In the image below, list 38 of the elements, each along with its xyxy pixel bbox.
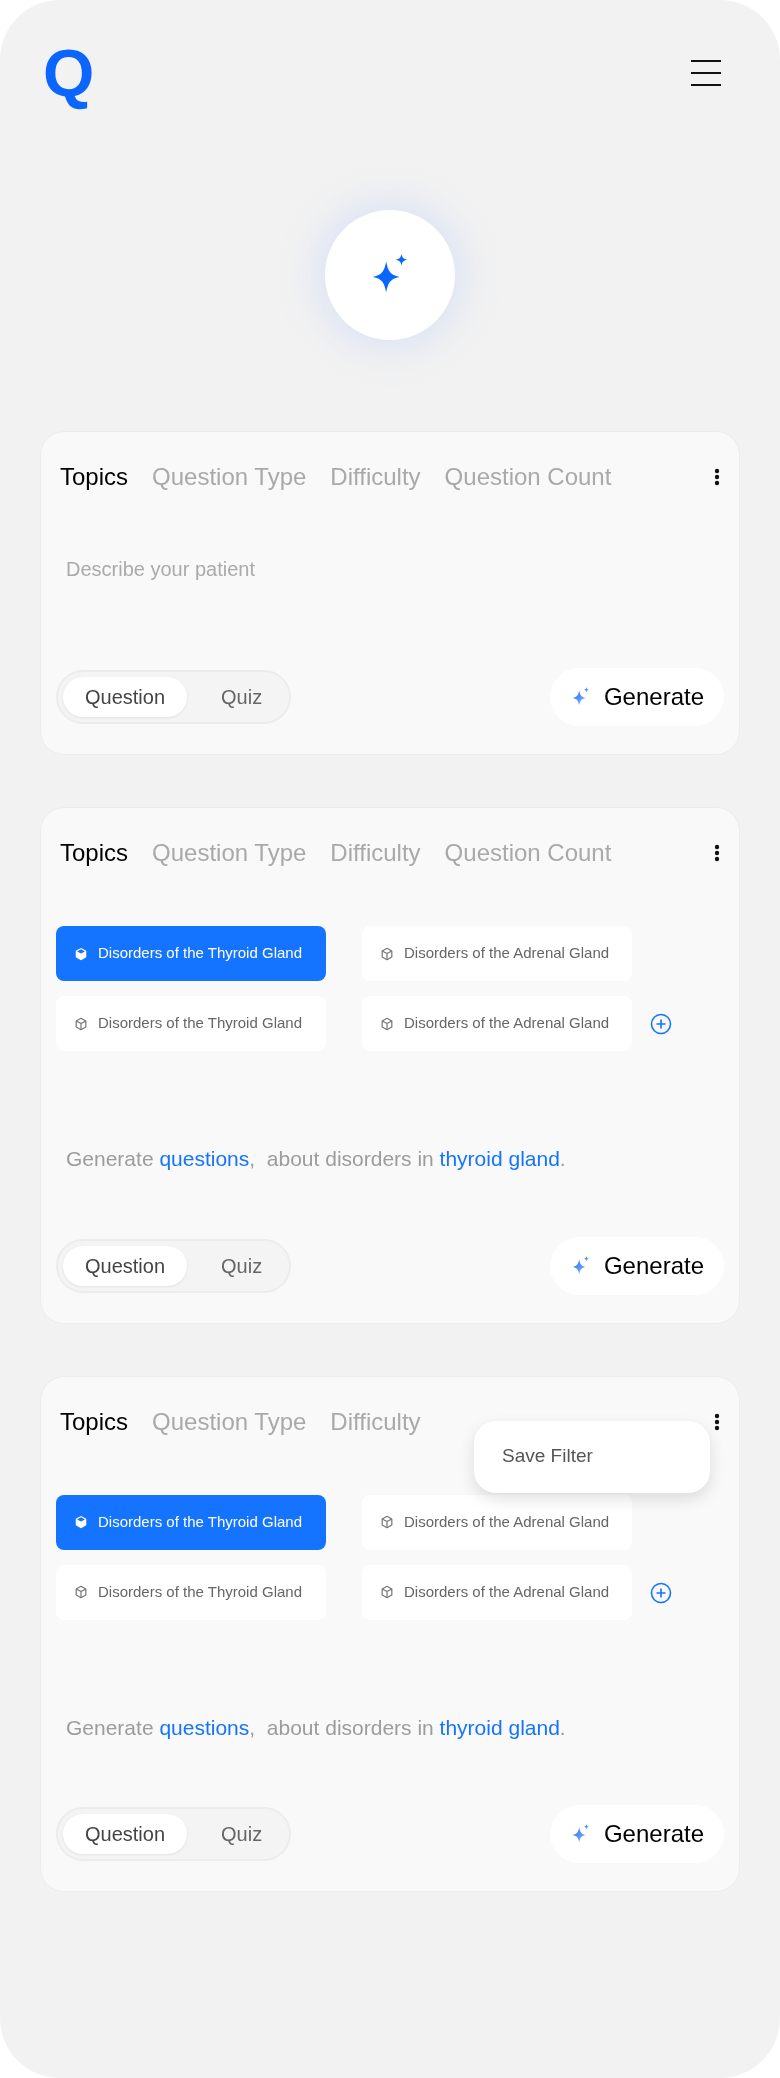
topic-chip[interactable]: Disorders of the Thyroid Gland [56,996,326,1051]
mode-option[interactable]: Quiz [199,1245,285,1286]
filter-tab[interactable]: Topics [60,835,129,871]
cube-icon [74,946,88,961]
cube-icon [74,1585,88,1599]
generate-button[interactable]: Generate [549,1236,724,1295]
cube-icon [380,1585,394,1599]
add-icon[interactable] [650,1013,672,1035]
add-icon[interactable] [650,1581,672,1604]
filter-tab[interactable]: Topics [60,459,129,495]
generate-button[interactable]: Generate [549,1805,724,1863]
prompt-field[interactable]: Describe your patient [66,554,666,584]
cube-icon [74,1016,88,1031]
generate-button[interactable]: Generate [549,668,724,726]
mode-option[interactable]: Question [63,1245,188,1286]
topic-chip[interactable]: Disorders of the Adrenal Gland [362,996,632,1051]
menu-icon[interactable] [690,59,722,87]
menu-item[interactable]: Save Filter [502,1442,682,1471]
mode-option[interactable]: Question [63,677,188,717]
cube-icon [380,1515,394,1529]
topic-chip[interactable]: Disorders of the Thyroid Gland [56,1564,326,1620]
mode-option[interactable]: Quiz [199,677,285,717]
topic-chip[interactable]: Disorders of the Thyroid Gland [56,1494,326,1550]
more-icon[interactable] [714,844,720,862]
filter-tab[interactable]: Topics [60,1403,129,1440]
mode-option[interactable]: Question [63,1814,188,1854]
topic-chip[interactable]: Disorders of the Thyroid Gland [56,926,326,981]
prompt-text: Generate questions, about disorders in thyroid gland. [66,1146,567,1172]
cube-icon [380,946,394,961]
topic-chip[interactable]: Disorders of the Adrenal Gland [362,926,632,981]
cube-icon [380,1016,394,1031]
topic-chip[interactable]: Disorders of the Adrenal Gland [362,1494,632,1550]
prompt-text: Generate questions, about disorders in thyroid gland. [66,1714,567,1741]
more-icon[interactable] [714,1412,720,1431]
mode-option[interactable]: Quiz [199,1814,285,1854]
cube-icon [74,1515,88,1529]
more-icon[interactable] [714,468,720,486]
topic-chip[interactable]: Disorders of the Adrenal Gland [362,1564,632,1620]
